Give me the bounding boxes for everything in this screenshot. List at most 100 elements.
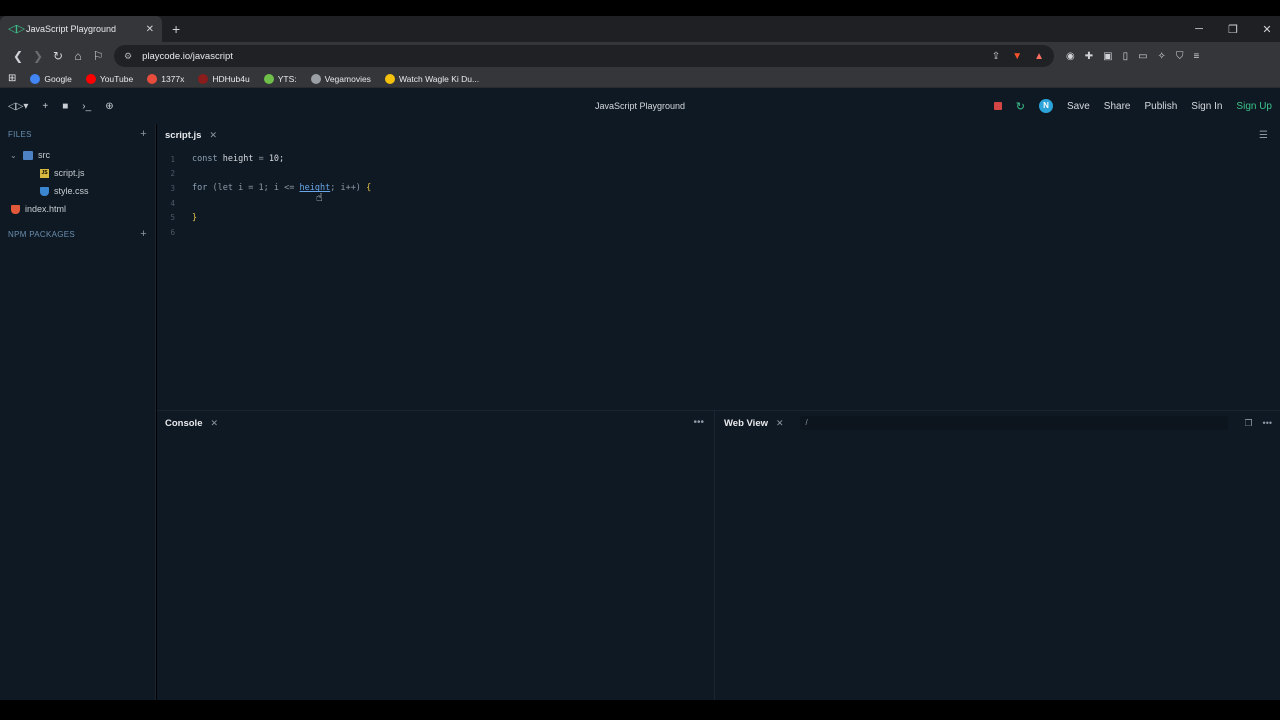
tab-search-icon[interactable]: ▣ — [1103, 51, 1112, 62]
app-header: ◁▷▾ + ■ ›_ ⊕ JavaScript Playground ↻ N S… — [0, 88, 1280, 124]
code-token: (let i = 1; i <= — [212, 183, 295, 194]
new-tab-icon[interactable]: + — [172, 21, 180, 37]
url-text: playcode.io/javascript — [142, 50, 233, 62]
open-external-icon[interactable]: ❐ — [1244, 418, 1252, 429]
leo-ai-icon[interactable]: ✧ — [1158, 51, 1166, 62]
playcode-logo-icon[interactable]: ◁▷▾ — [8, 101, 28, 112]
bookmark-item[interactable]: YouTube — [85, 73, 133, 84]
hdhub-icon — [198, 73, 209, 84]
file-sidebar: FILES + ⌄ src JS script.js style.css ind… — [0, 124, 156, 700]
globe-icon[interactable]: ⊕ — [105, 101, 113, 112]
bookmark-item[interactable]: 1377x — [147, 73, 184, 84]
console-close-icon[interactable]: ✕ — [210, 418, 218, 429]
code-line: 2 — [157, 167, 371, 182]
code-line: 6 — [157, 225, 371, 240]
bookmark-item[interactable]: Google — [30, 73, 72, 84]
bookmark-label: Watch Wagle Ki Du... — [398, 73, 480, 84]
file-script-js[interactable]: JS script.js — [0, 164, 155, 182]
reload-icon[interactable]: ↻ — [48, 49, 68, 63]
webview-close-icon[interactable]: ✕ — [776, 418, 784, 429]
bookmarks-bar: ⊞ Google YouTube 1377x HDHub4u YTS: Vegamovie… — [0, 70, 1280, 88]
save-button[interactable]: Save — [1067, 101, 1090, 112]
playcode-favicon-icon: ◁▷ — [8, 23, 25, 35]
shield-icon[interactable]: ⛉ — [1176, 51, 1184, 62]
minimize-icon[interactable]: ─ — [1192, 23, 1206, 35]
extension-icons: ◉ ✚ ▣ ▯ ▭ ✧ ⛉ ≡ — [1066, 51, 1199, 62]
yts-icon — [263, 73, 274, 84]
code-lines[interactable]: 1 const height = 10; 2 3 for (let i = 1;… — [157, 152, 371, 240]
webview-more-icon[interactable]: ••• — [1263, 418, 1272, 429]
console-title[interactable]: Console — [165, 418, 202, 429]
webview-title[interactable]: Web View — [724, 418, 768, 429]
folder-icon[interactable]: ■ — [62, 101, 68, 112]
screen-top-border — [0, 0, 1280, 16]
folder-label: src — [38, 150, 50, 160]
check-icon — [384, 73, 395, 84]
site-info-icon[interactable]: ⚙ — [124, 51, 132, 62]
google-icon — [30, 73, 41, 84]
bookmark-item[interactable]: HDHub4u — [198, 73, 250, 84]
browser-toolbar: ❮ ❯ ↻ ⌂ ⚐ ⚙ playcode.io/javascript ⇪ ▼ ▲… — [0, 42, 1280, 70]
close-window-icon[interactable]: ✕ — [1260, 23, 1274, 36]
sidebar-toggle-icon[interactable]: ▯ — [1123, 51, 1129, 62]
pointer-hand-icon: ☝ — [316, 192, 323, 204]
console-more-icon[interactable]: ••• — [693, 417, 704, 428]
bookmark-label: HDHub4u — [212, 73, 250, 84]
code-line: 4 — [157, 196, 371, 211]
extensions-icon[interactable]: ✚ — [1085, 51, 1093, 62]
apps-icon[interactable]: ⊞ — [8, 73, 16, 84]
code-line: 3 for (let i = 1; i <= height ; i++) { — [157, 181, 371, 196]
share-page-icon[interactable]: ⇪ — [992, 51, 1000, 62]
stop-icon[interactable] — [993, 102, 1002, 110]
editor-tab-label[interactable]: script.js — [165, 130, 201, 141]
browser-tab[interactable]: ◁▷ JavaScript Playground ✕ — [0, 16, 162, 42]
publish-button[interactable]: Publish — [1144, 101, 1177, 112]
code-editor[interactable]: script.js ✕ ☰ 1 const height = 10; 2 3 f… — [157, 124, 1280, 410]
maximize-icon[interactable]: ❐ — [1226, 23, 1240, 36]
files-section-label: FILES — [8, 129, 32, 139]
browser-menu-icon[interactable]: ≡ — [1193, 51, 1199, 62]
tab-close-icon[interactable]: ✕ — [146, 24, 154, 35]
webview-path-input[interactable]: / — [799, 416, 1229, 430]
outline-icon[interactable]: ☰ — [1259, 130, 1268, 141]
folder-src[interactable]: ⌄ src — [0, 146, 155, 164]
brave-shield-icon[interactable]: ▼ — [1012, 51, 1022, 62]
x-icon — [147, 73, 158, 84]
css-file-icon — [40, 186, 49, 196]
javascript-file-icon: JS — [40, 168, 49, 178]
refresh-icon[interactable]: ↻ — [1016, 100, 1025, 113]
webview-panel[interactable]: Web View ✕ / ❐ ••• — [716, 411, 1280, 701]
new-file-icon[interactable]: + — [42, 101, 48, 112]
console-panel[interactable]: Console ✕ ••• — [157, 411, 715, 701]
file-index-html[interactable]: index.html — [0, 200, 155, 218]
bookmark-label: Vegamovies — [324, 73, 371, 84]
address-bar[interactable]: ⚙ playcode.io/javascript ⇪ ▼ ▲ — [114, 45, 1054, 67]
vpn-icon[interactable]: ◉ — [1066, 51, 1075, 62]
bookmark-label: YTS: — [277, 73, 297, 84]
file-style-css[interactable]: style.css — [0, 182, 155, 200]
wallet-icon[interactable]: ▭ — [1138, 51, 1147, 62]
browser-tab-strip: ◁▷ JavaScript Playground ✕ + ─ ❐ ✕ — [0, 16, 1280, 42]
code-token: ; i++) — [330, 183, 361, 194]
share-button[interactable]: Share — [1104, 101, 1131, 112]
code-token: 10; — [268, 154, 285, 165]
add-file-icon[interactable]: + — [140, 128, 147, 140]
v-icon — [310, 73, 321, 84]
tab-title: JavaScript Playground — [26, 24, 117, 34]
editor-tab-close-icon[interactable]: ✕ — [209, 130, 217, 141]
bookmark-item[interactable]: Vegamovies — [310, 73, 371, 84]
sign-in-button[interactable]: Sign In — [1191, 101, 1222, 112]
back-icon[interactable]: ❮ — [8, 49, 28, 63]
bottom-panels: Console ✕ ••• Web View ✕ / ❐ ••• — [157, 410, 1280, 701]
forward-icon[interactable]: ❯ — [28, 49, 48, 63]
add-package-icon[interactable]: + — [140, 228, 147, 240]
bookmark-item[interactable]: YTS: — [263, 73, 297, 84]
brave-rewards-icon[interactable]: ▲ — [1034, 51, 1044, 62]
bookmark-icon[interactable]: ⚐ — [88, 49, 108, 63]
code-token: { — [366, 183, 372, 194]
avatar[interactable]: N — [1038, 99, 1053, 113]
terminal-icon[interactable]: ›_ — [82, 101, 91, 112]
sign-up-button[interactable]: Sign Up — [1236, 101, 1272, 112]
home-icon[interactable]: ⌂ — [68, 49, 88, 63]
bookmark-item[interactable]: Watch Wagle Ki Du... — [384, 73, 480, 84]
